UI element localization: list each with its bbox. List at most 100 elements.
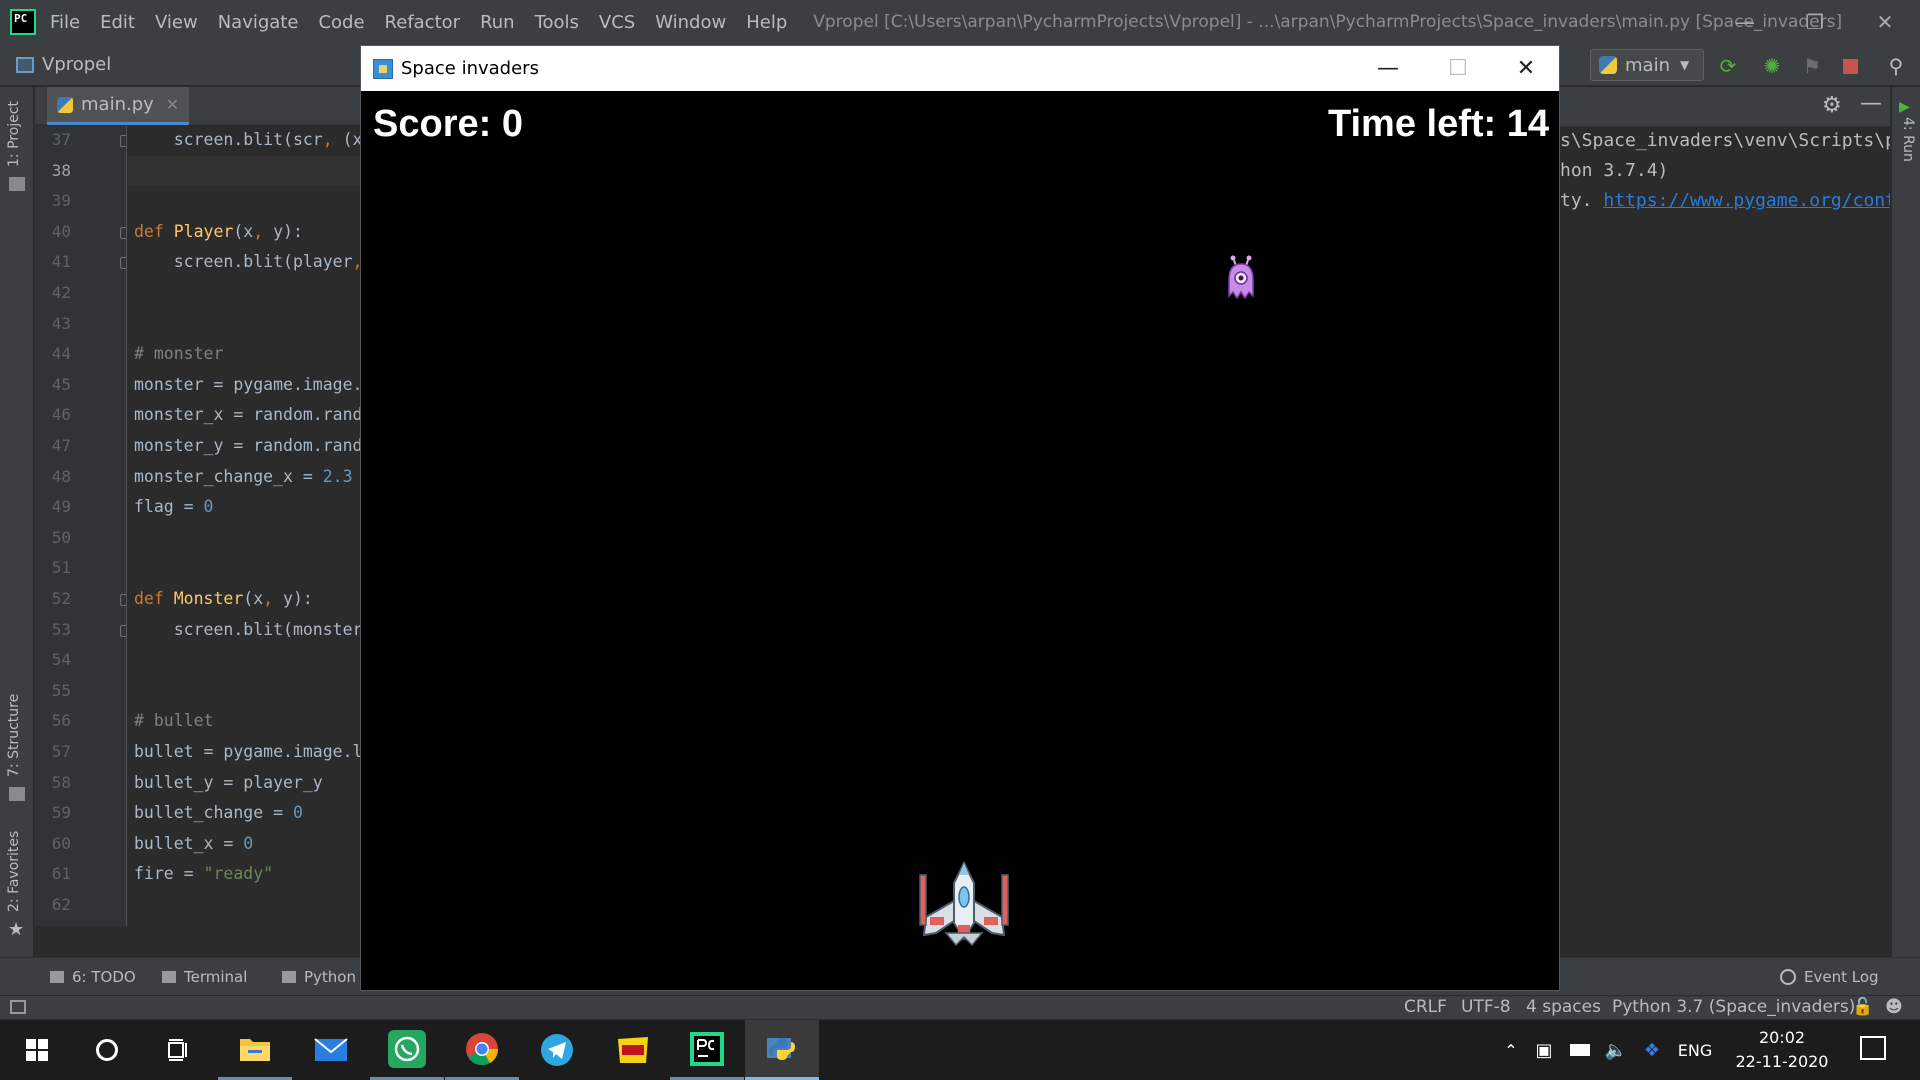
current-line-highlight xyxy=(128,155,360,186)
todo-button[interactable]: 6: TODO xyxy=(50,968,136,986)
menu-file[interactable]: File xyxy=(50,12,80,33)
game-window[interactable]: Space invaders — ☐ ✕ Score: 0 Time left:… xyxy=(360,45,1560,991)
hide-panel-icon[interactable]: — xyxy=(1860,91,1882,116)
chrome-icon xyxy=(466,1032,499,1065)
lock-icon[interactable]: 🔓 xyxy=(1852,997,1873,1017)
run-config-select[interactable]: main ▼ xyxy=(1590,49,1704,81)
list-icon xyxy=(50,971,64,983)
tab-main-py[interactable]: main.py ✕ xyxy=(47,87,190,125)
line-number: 54 xyxy=(51,650,71,670)
fold-marker-icon[interactable] xyxy=(120,135,126,147)
inspector-icon[interactable]: ☻ xyxy=(1885,997,1903,1017)
notifications-icon[interactable] xyxy=(1860,1036,1886,1060)
mail-button[interactable] xyxy=(294,1020,368,1080)
minimize-icon[interactable]: — xyxy=(1353,46,1423,91)
close-icon[interactable]: ✕ xyxy=(1491,46,1561,91)
menu-vcs[interactable]: VCS xyxy=(599,12,635,33)
close-icon[interactable]: ✕ xyxy=(1850,0,1920,44)
menu-edit[interactable]: Edit xyxy=(100,12,135,33)
python-file-icon xyxy=(1599,56,1617,74)
line-number: 56 xyxy=(51,711,71,731)
minimize-icon[interactable]: — xyxy=(1710,0,1780,44)
dropbox-icon[interactable]: ❖ xyxy=(1634,1040,1670,1061)
maximize-icon[interactable]: ☐ xyxy=(1423,46,1493,91)
pycharm-button[interactable] xyxy=(670,1020,744,1080)
game-canvas[interactable]: Score: 0 Time left: 14 xyxy=(361,91,1559,990)
menu-window[interactable]: Window xyxy=(655,12,726,33)
terminal-button[interactable]: Terminal xyxy=(162,968,247,986)
event-log-button[interactable]: Event Log xyxy=(1780,968,1879,986)
run-console[interactable]: s\Space_invaders\venv\Scripts\pyt hon 3.… xyxy=(1560,128,1890,956)
editor-tabbar: main.py ✕ xyxy=(35,87,360,125)
event-log-icon xyxy=(1780,969,1796,985)
interpreter-selector[interactable]: Python 3.7 (Space_invaders) xyxy=(1612,997,1855,1017)
chrome-button[interactable] xyxy=(445,1020,519,1080)
coverage-icon[interactable]: ⚑ xyxy=(1800,54,1824,78)
ide-menubar: PC File Edit View Navigate Code Refactor… xyxy=(0,0,1920,44)
tab-favorites[interactable]: 2: Favorites xyxy=(6,831,22,912)
right-tool-strip: ▶ 4: Run xyxy=(1891,87,1920,957)
search-icon[interactable]: ⚲ xyxy=(1884,54,1908,78)
menu-run[interactable]: Run xyxy=(480,12,515,33)
task-view-icon xyxy=(168,1039,187,1061)
line-number: 43 xyxy=(51,313,71,333)
code-line: # bullet xyxy=(134,711,214,731)
console-link[interactable]: https://www.pygame.org/contri xyxy=(1603,190,1890,211)
fold-marker-icon[interactable] xyxy=(120,594,126,606)
breadcrumb-project[interactable]: Vpropel xyxy=(42,54,111,75)
rerun-icon[interactable]: ⟳ xyxy=(1716,54,1740,78)
indent-setting[interactable]: 4 spaces xyxy=(1526,997,1601,1017)
file-explorer-button[interactable] xyxy=(218,1020,292,1080)
cortana-button[interactable] xyxy=(70,1020,144,1080)
code-line: monster_x = random.rand xyxy=(134,405,360,425)
code-line: bullet = pygame.image.l xyxy=(134,742,360,761)
python-game-button[interactable] xyxy=(745,1020,819,1080)
chevron-up-icon[interactable]: ⌃ xyxy=(1496,1041,1526,1060)
battery-icon[interactable] xyxy=(1562,1041,1598,1060)
left-tool-strip: 1: Project 7: Structure ★ 2: Favorites xyxy=(0,87,34,957)
tab-project[interactable]: 1: Project xyxy=(6,101,22,167)
console-line: hon 3.7.4) xyxy=(1560,160,1669,181)
tab-label: main.py xyxy=(81,94,154,115)
debug-icon[interactable]: ✺ xyxy=(1760,54,1784,78)
code-editor[interactable]: screen.blit(scr, (x def Player(x, y): scr… xyxy=(128,126,360,926)
pycharm-logo[interactable]: PC xyxy=(10,9,36,35)
line-number: 55 xyxy=(51,680,71,700)
code-line: monster_change_x = 2.3 xyxy=(134,466,353,486)
network-icon[interactable]: ▣ xyxy=(1526,1040,1562,1061)
fold-marker-icon[interactable] xyxy=(120,226,126,239)
menu-tools[interactable]: Tools xyxy=(535,12,579,33)
language-indicator[interactable]: ENG xyxy=(1670,1041,1720,1060)
python-console-button[interactable]: Python xyxy=(282,968,356,986)
tab-structure[interactable]: 7: Structure xyxy=(6,694,22,777)
line-number: 41 xyxy=(51,252,71,272)
close-tab-icon[interactable]: ✕ xyxy=(166,95,179,114)
menu-code[interactable]: Code xyxy=(318,12,364,33)
line-number: 57 xyxy=(51,742,71,761)
menu-help[interactable]: Help xyxy=(746,12,787,33)
task-view-button[interactable] xyxy=(142,1020,216,1080)
python-icon xyxy=(767,1037,795,1060)
clock[interactable]: 20:02 22-11-2020 xyxy=(1720,1026,1844,1074)
pdf-button[interactable] xyxy=(596,1020,670,1080)
menu-refactor[interactable]: Refactor xyxy=(385,12,461,33)
file-encoding[interactable]: UTF-8 xyxy=(1461,997,1511,1017)
volume-icon[interactable]: 🔈 xyxy=(1598,1040,1634,1061)
menu-navigate[interactable]: Navigate xyxy=(218,12,299,33)
restore-icon[interactable]: ❐ xyxy=(1780,0,1850,44)
line-number: 48 xyxy=(51,466,71,486)
stop-icon[interactable] xyxy=(1838,54,1862,78)
telegram-button[interactable] xyxy=(520,1020,594,1080)
start-button[interactable] xyxy=(0,1020,74,1080)
tab-run[interactable]: 4: Run xyxy=(1900,117,1916,162)
line-separator[interactable]: CRLF xyxy=(1404,997,1447,1017)
code-line: flag = 0 xyxy=(134,497,214,517)
toggle-tool-windows-icon[interactable] xyxy=(10,1000,26,1014)
fold-marker-icon[interactable] xyxy=(120,257,126,270)
gear-icon[interactable]: ⚙ xyxy=(1822,93,1842,118)
whatsapp-button[interactable] xyxy=(370,1020,444,1080)
menu-view[interactable]: View xyxy=(155,12,198,33)
game-window-titlebar[interactable]: Space invaders — ☐ ✕ xyxy=(361,46,1559,91)
line-number: 52 xyxy=(51,589,71,608)
fold-marker-icon[interactable] xyxy=(120,624,126,637)
